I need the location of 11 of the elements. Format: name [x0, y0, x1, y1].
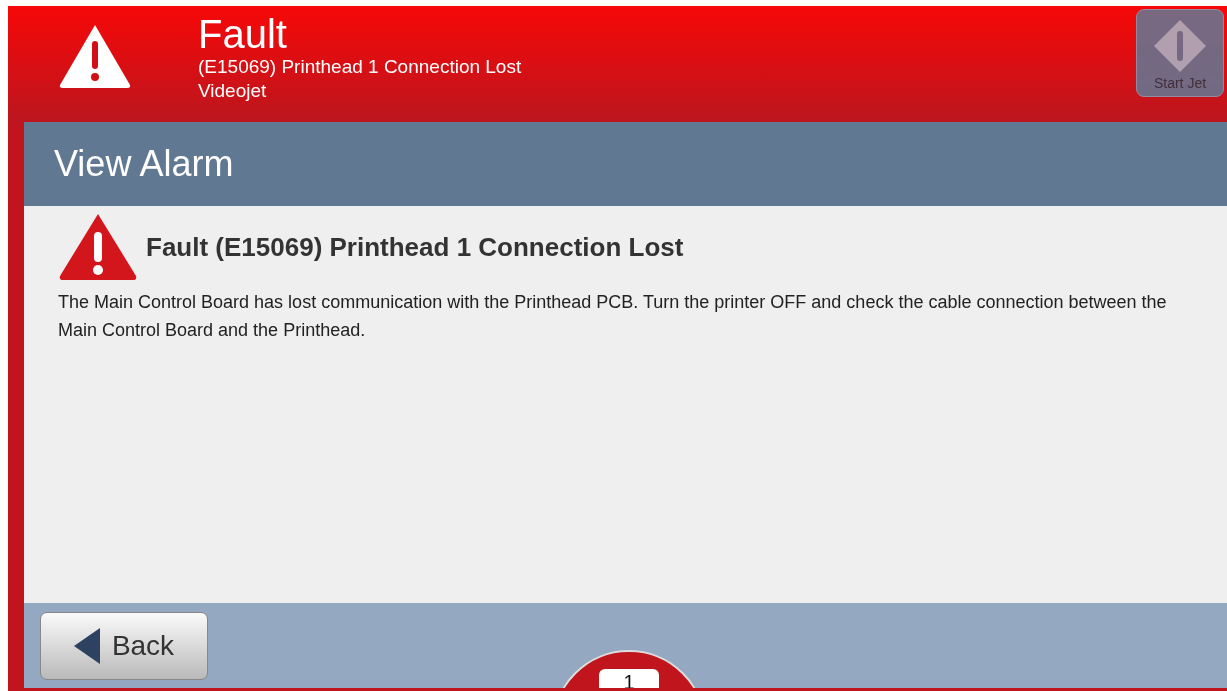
fault-subtitle: (E15069) Printhead 1 Connection Lost	[198, 55, 522, 79]
start-icon	[1153, 19, 1207, 73]
alarm-heading: Fault (E15069) Printhead 1 Connection Lost	[146, 231, 684, 263]
header-title: Fault	[198, 13, 288, 55]
alarm-description: The Main Control Board has lost communication with the Printhead PCB. Turn the printer OFF and check the cable connection between the Main Control Board and the Printhead.	[58, 291, 1168, 342]
back-button[interactable]: Back	[40, 612, 208, 680]
warning-icon	[58, 23, 132, 89]
page-title: View Alarm	[54, 143, 234, 185]
warning-icon	[58, 212, 138, 282]
back-arrow-icon	[73, 628, 100, 664]
source-label: Videojet	[198, 79, 268, 103]
